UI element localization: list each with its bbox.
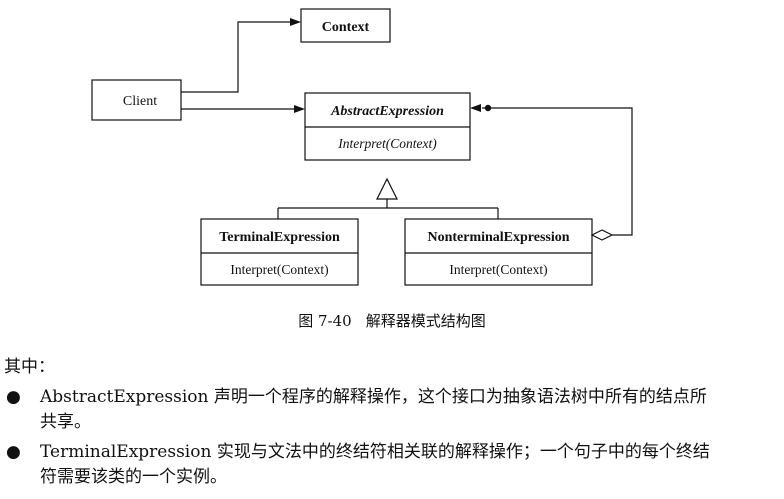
client-abstract-association [181, 105, 305, 113]
nonterminal-expression-operation: Interpret(Context) [449, 262, 547, 277]
bullet-symbol: ● [6, 387, 21, 407]
client-context-association [181, 18, 301, 93]
bullet-item: ● AbstractExpression 声明一个程序的解释操作，这个接口为抽象… [0, 385, 784, 435]
terminal-expression-name: TerminalExpression [219, 230, 340, 245]
bullet-symbol: ● [6, 442, 21, 462]
client-class-name: Client [123, 94, 157, 109]
figure-number: 图 7-40 [298, 312, 352, 330]
bullet-line: 符需要该类的一个实例。 [40, 467, 227, 487]
bullet-line: 共享。 [40, 412, 91, 432]
context-class: Context [300, 8, 391, 43]
bullet-line: TerminalExpression 实现与文法中的终结符相关联的解释操作；一个… [40, 442, 710, 462]
inheritance-generalization [277, 177, 499, 219]
abstract-expression-class: AbstractExpression Interpret(Context) [304, 92, 471, 161]
figure-caption: 图 7-40 解释器模式结构图 [0, 310, 784, 331]
body-text: 其中： ● AbstractExpression 声明一个程序的解释操作，这个接… [0, 355, 784, 490]
nonterminal-expression-name: NonterminalExpression [427, 230, 569, 245]
nonterminal-expression-class: NonterminalExpression Interpret(Context) [404, 218, 593, 286]
terminal-expression-operation: Interpret(Context) [230, 262, 328, 277]
bullet-line: AbstractExpression 声明一个程序的解释操作，这个接口为抽象语法… [40, 387, 707, 407]
client-class: Client [91, 79, 182, 121]
figure-title: 解释器模式结构图 [365, 312, 486, 330]
abstract-expression-name: AbstractExpression [330, 104, 444, 119]
abstract-expression-operation: Interpret(Context) [337, 136, 437, 151]
interpreter-pattern-diagram: Context Client AbstractExpression Interp… [91, 8, 633, 286]
intro-text: 其中： [4, 357, 55, 377]
terminal-expression-class: TerminalExpression Interpret(Context) [200, 218, 359, 286]
bullet-item: ● TerminalExpression 实现与文法中的终结符相关联的解释操作；… [0, 440, 784, 490]
context-class-name: Context [322, 20, 370, 35]
